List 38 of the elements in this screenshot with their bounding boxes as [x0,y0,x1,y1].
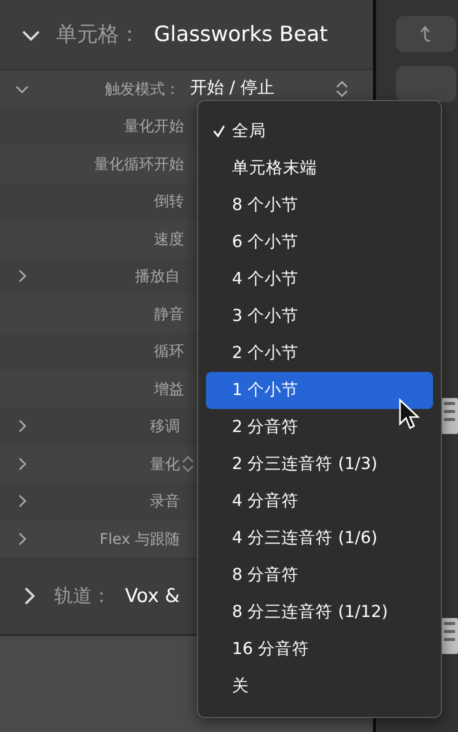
menu-item[interactable]: 全局 [206,113,433,150]
property-label: Flex 与跟随 [98,528,180,550]
menu-item[interactable]: 关 [206,668,433,705]
section-name: Vox & [125,584,180,609]
menu-item[interactable]: 2 个小节 [206,335,433,372]
property-label: 量化循环开始 [93,154,184,174]
menu-item[interactable]: 1 个小节 [206,372,433,409]
property-label: 增益 [153,378,184,400]
property-label: 量化开始 [123,116,184,137]
menu-item[interactable]: 单元格末端 [206,150,433,187]
menu-item[interactable]: 2 分音符 [206,409,433,446]
toolbar-button[interactable] [396,16,456,52]
property-label: 录音 [149,491,180,512]
property-label: 静音 [153,304,184,324]
menu-item[interactable]: 8 分音符 [206,557,433,594]
property-label: 量化 [149,454,180,474]
menu-item[interactable]: 2 分三连音符 (1/3) [206,446,433,483]
section-label: 单元格： [56,20,140,48]
section-name: Glassworks Beat [154,20,328,48]
menu-item[interactable]: 4 分音符 [206,483,433,520]
property-label: 循环 [153,341,184,362]
section-label: 轨道： [54,584,111,609]
property-label: 倒转 [153,191,184,212]
popup-value[interactable]: 开始 / 停止 [190,76,275,102]
menu-item[interactable]: 4 个小节 [206,261,433,298]
menu-item[interactable]: 4 分三连音符 (1/6) [206,520,433,557]
property-label: 移调 [149,416,180,437]
stepper-icon[interactable] [182,454,194,474]
checkmark-icon [212,124,226,138]
property-label: 播放自 [134,266,180,287]
stepper-icon[interactable] [334,78,349,99]
menu-item[interactable]: 8 分三连音符 (1/12) [206,594,433,631]
menu-item[interactable]: 8 个小节 [206,187,433,224]
property-label: 触发模式： [104,78,180,100]
property-label: 速度 [153,228,184,250]
menu-item[interactable]: 3 个小节 [206,298,433,335]
menu-item[interactable]: 6 个小节 [206,224,433,261]
menu-item[interactable]: 16 分音符 [206,631,433,668]
